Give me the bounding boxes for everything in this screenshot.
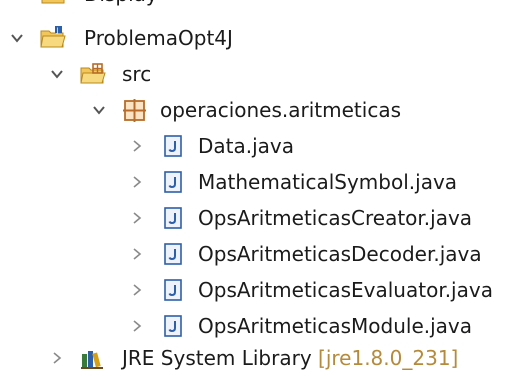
chevron-right-icon[interactable] [130, 319, 144, 333]
library-label: JRE System Library [jre1.8.0_231] [122, 344, 458, 372]
java-file-icon [160, 205, 186, 231]
chevron-right-icon[interactable] [130, 211, 144, 225]
source-folder-icon [80, 61, 106, 87]
svg-text:J: J [56, 26, 59, 34]
tree-item-src[interactable]: src [0, 56, 508, 92]
chevron-right-icon[interactable] [130, 175, 144, 189]
java-file-icon [160, 169, 186, 195]
tree-item-library[interactable]: JRE System Library [jre1.8.0_231] [0, 340, 508, 376]
package-label: operaciones.aritmeticas [160, 98, 401, 122]
chevron-down-icon[interactable] [92, 103, 106, 117]
chevron-right-icon[interactable] [50, 351, 64, 365]
library-version-decoration: [jre1.8.0_231] [318, 346, 459, 370]
java-file-icon [160, 313, 186, 339]
chevron-right-icon[interactable] [130, 139, 144, 153]
tree-item-partial[interactable]: Display [0, 0, 508, 12]
file-label: Data.java [198, 134, 295, 158]
tree-item-file[interactable]: MathematicalSymbol.java [0, 164, 508, 200]
java-file-icon [160, 133, 186, 159]
file-label: OpsAritmeticasDecoder.java [198, 242, 482, 266]
chevron-down-icon[interactable] [10, 31, 24, 45]
tree-item-file[interactable]: OpsAritmeticasCreator.java [0, 200, 508, 236]
package-explorer-tree: Display J ProblemaOpt4J [0, 0, 508, 376]
tree-item-partial-label: Display [84, 0, 158, 8]
project-folder-icon [40, 0, 66, 7]
file-label: OpsAritmeticasEvaluator.java [198, 278, 493, 302]
library-name: JRE System Library [122, 346, 312, 370]
java-file-icon [160, 277, 186, 303]
library-icon [80, 345, 106, 371]
file-label: MathematicalSymbol.java [198, 170, 458, 194]
tree-item-package[interactable]: operaciones.aritmeticas [0, 92, 508, 128]
java-project-icon: J [40, 25, 66, 51]
file-label: OpsAritmeticasModule.java [198, 314, 473, 338]
src-label: src [122, 62, 152, 86]
tree-item-file[interactable]: Data.java [0, 128, 508, 164]
tree-item-file[interactable]: OpsAritmeticasEvaluator.java [0, 272, 508, 308]
file-label: OpsAritmeticasCreator.java [198, 206, 473, 230]
chevron-right-icon[interactable] [130, 247, 144, 261]
java-file-icon [160, 241, 186, 267]
chevron-down-icon[interactable] [50, 67, 64, 81]
tree-item-file[interactable]: OpsAritmeticasDecoder.java [0, 236, 508, 272]
tree-item-project[interactable]: J ProblemaOpt4J [0, 20, 508, 56]
tree-item-file[interactable]: OpsAritmeticasModule.java [0, 308, 508, 344]
chevron-right-icon[interactable] [130, 283, 144, 297]
package-icon [122, 97, 148, 123]
project-label: ProblemaOpt4J [84, 26, 233, 50]
